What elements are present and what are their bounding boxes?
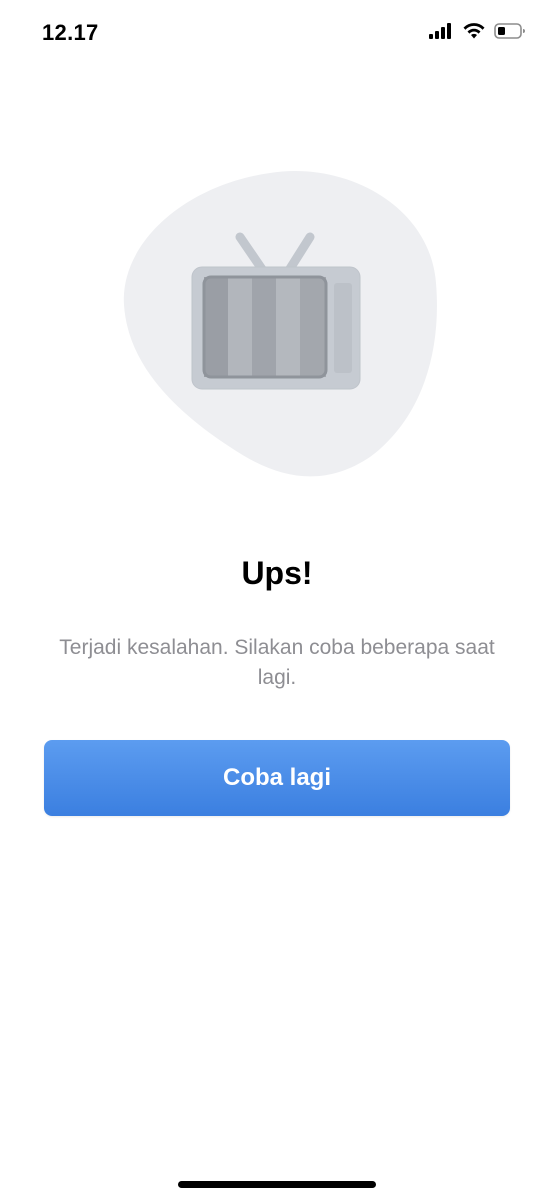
home-indicator[interactable] xyxy=(178,1181,376,1188)
retry-button[interactable]: Coba lagi xyxy=(44,740,510,816)
status-icons xyxy=(428,22,526,40)
status-bar: 12.17 xyxy=(0,0,554,70)
tv-illustration xyxy=(120,165,440,485)
signal-icon xyxy=(429,23,451,39)
error-screen: 12.17 Ups! Terjadi kesalahan. Silakan co… xyxy=(0,0,554,1200)
status-time: 12.17 xyxy=(42,20,99,45)
error-title: Ups! xyxy=(241,555,313,591)
retry-button-label: Coba lagi xyxy=(222,764,331,791)
battery-icon xyxy=(494,23,525,39)
tv-no-signal-icon xyxy=(191,232,361,390)
wifi-icon xyxy=(463,23,485,39)
error-message: Terjadi kesalahan. Silakan coba beberapa… xyxy=(59,636,495,689)
